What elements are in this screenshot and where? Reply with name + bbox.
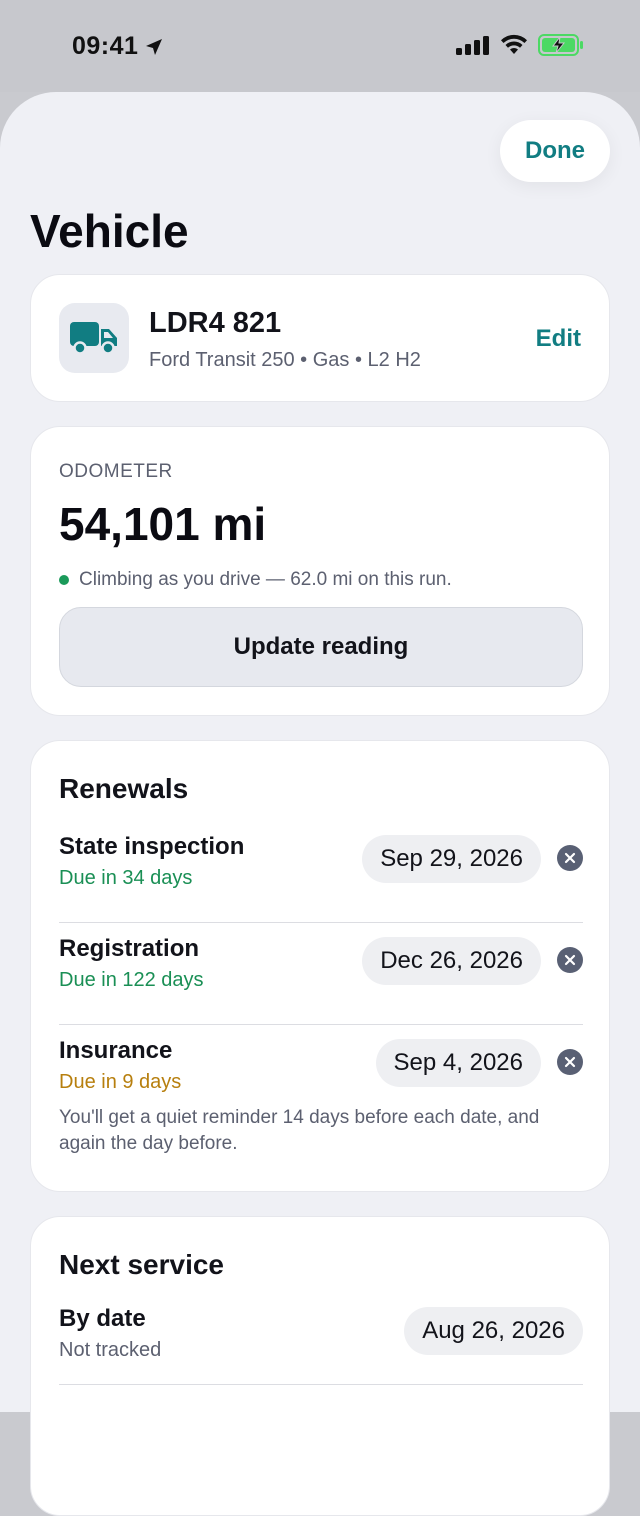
renewal-due: Due in 9 days	[59, 1071, 182, 1093]
renewal-name: State inspection	[59, 833, 245, 860]
renewal-row-insurance: Insurance Due in 9 days Sep 4, 2026	[59, 1025, 583, 1105]
clear-date-icon[interactable]	[557, 947, 583, 973]
live-indicator-dot	[59, 575, 69, 585]
vehicle-icon-container	[59, 303, 129, 373]
next-service-title: Next service	[59, 1249, 225, 1280]
update-reading-button[interactable]: Update reading	[59, 607, 583, 687]
odometer-value: 54,101 mi	[59, 498, 267, 550]
wifi-icon	[501, 34, 527, 54]
edit-vehicle-button[interactable]: Edit	[536, 325, 581, 353]
renewal-row-registration: Registration Due in 122 days Dec 26, 202…	[59, 923, 583, 1025]
clock-text: 09:41	[72, 32, 139, 60]
odometer-label: ODOMETER	[59, 461, 173, 482]
renewal-date-picker[interactable]: Sep 4, 2026	[375, 1039, 541, 1087]
vehicle-card: LDR4 821 Ford Transit 250 • Gas • L2 H2 …	[30, 274, 610, 402]
cellular-signal-icon	[456, 36, 489, 55]
renewal-date-picker[interactable]: Sep 29, 2026	[362, 835, 541, 883]
status-time: 09:41	[72, 32, 164, 61]
page-title: Vehicle	[30, 205, 189, 257]
service-row-by-date: By date Not tracked Aug 26, 2026	[59, 1293, 583, 1385]
odometer-note: Climbing as you drive — 62.0 mi on this …	[59, 569, 452, 591]
clear-date-icon[interactable]	[557, 1049, 583, 1075]
renewal-name: Insurance	[59, 1037, 173, 1064]
odometer-card: ODOMETER 54,101 mi Climbing as you drive…	[30, 426, 610, 716]
clear-date-icon[interactable]	[557, 845, 583, 871]
renewal-name: Registration	[59, 935, 200, 962]
status-bar: 09:41	[0, 0, 640, 92]
vehicle-plate: LDR4 821	[149, 307, 282, 339]
vehicle-description: Ford Transit 250 • Gas • L2 H2	[149, 349, 421, 371]
renewal-date-picker[interactable]: Dec 26, 2026	[362, 937, 541, 985]
renewals-card: Renewals State inspection Due in 34 days…	[30, 740, 610, 1192]
service-name: By date	[59, 1305, 146, 1332]
row-divider	[59, 1384, 583, 1385]
service-date-picker[interactable]: Aug 26, 2026	[404, 1307, 583, 1355]
done-button[interactable]: Done	[500, 120, 610, 182]
status-icons	[456, 34, 584, 56]
renewals-title: Renewals	[59, 773, 189, 804]
truck-icon	[70, 322, 117, 355]
next-service-card: Next service By date Not tracked Aug 26,…	[30, 1216, 610, 1516]
renewal-due: Due in 34 days	[59, 867, 193, 889]
vehicle-sheet: Done Vehicle LDR4 821 Ford Transit 250 •…	[0, 92, 640, 1516]
location-arrow-icon	[146, 38, 163, 55]
renewal-row-state-inspection: State inspection Due in 34 days Sep 29, …	[59, 821, 583, 923]
service-status: Not tracked	[59, 1339, 162, 1361]
renewal-due: Due in 122 days	[59, 969, 204, 991]
battery-charging-icon	[538, 34, 583, 56]
odometer-note-text: Climbing as you drive — 62.0 mi on this …	[79, 569, 452, 590]
reminder-note: You'll get a quiet reminder 14 days befo…	[59, 1107, 540, 1154]
